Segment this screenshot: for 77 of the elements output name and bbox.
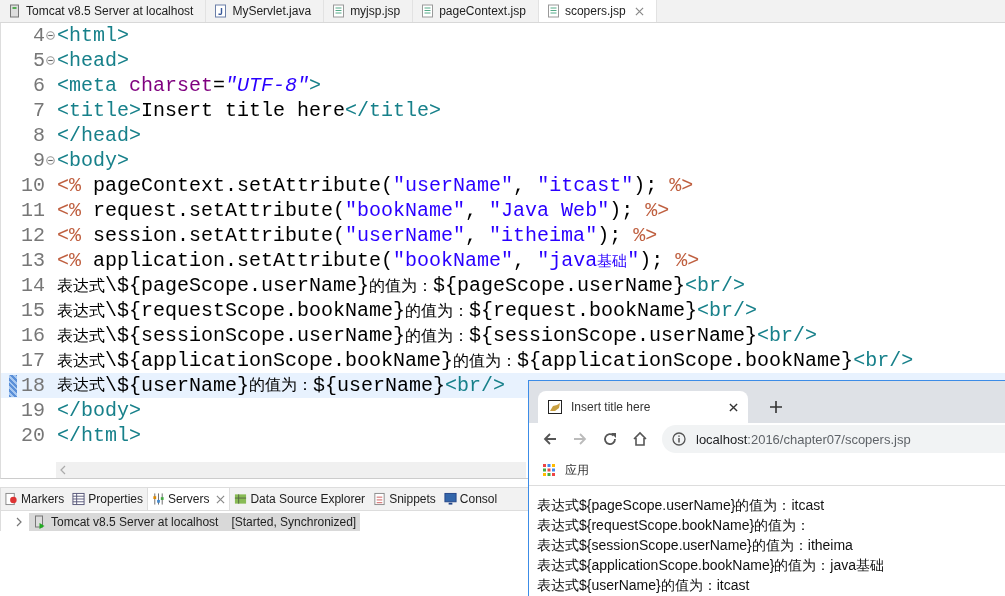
line-number: 16 [21,324,45,347]
line-number: 7 [33,99,45,122]
line-number: 5 [33,49,45,72]
file-icon [421,4,435,18]
editor-tab[interactable]: pageContext.jsp [413,0,539,22]
code-line: <% session.setAttribute("userName", "itheima"); %> [56,224,658,247]
panel-tab[interactable]: Properties [68,488,148,510]
line-number: 10 [21,174,45,197]
line-number: 17 [21,349,45,372]
horizontal-scrollbar[interactable] [56,462,526,478]
code-line: 表达式\${pageScope.userName}的值为：${pageScope.userName}<br/> [56,274,746,297]
code-line: </html> [56,424,141,447]
server-icon [8,4,21,18]
code-line: <head> [56,49,129,72]
code-line: <html> [56,24,129,47]
apps-grid-icon[interactable] [543,464,555,476]
close-icon[interactable] [729,402,738,412]
page-text-line: 表达式${pageScope.userName}的值为：itcast [537,496,826,515]
code-line: <body> [56,149,129,172]
line-number: 18 [21,374,45,397]
snippets-icon [373,492,387,506]
file-icon [546,4,560,18]
java-file-icon [214,4,228,18]
editor-tab[interactable]: myjsp.jsp [324,0,414,22]
bookmark-link[interactable]: 应用 [565,461,589,479]
map-icon [234,492,248,506]
server-icon [33,515,46,529]
table-icon [72,492,86,506]
line-number: 9 [33,149,45,172]
home-icon[interactable] [632,431,648,447]
line-number: 4 [33,24,45,47]
info-icon[interactable] [672,432,686,446]
page-text-line: 表达式${applicationScope.bookName}的值为：java基础 [537,556,886,575]
reload-icon[interactable] [602,431,618,447]
code-line: <% application.setAttribute("bookName", "java基础"); %> [56,249,700,272]
code-line: <% request.setAttribute("bookName", "Java Web"); %> [56,199,670,222]
line-number: 8 [33,124,45,147]
page-text-line: 表达式${requestScope.bookName}的值为： [537,516,812,535]
servers-icon [152,492,166,506]
expand-caret-icon[interactable] [15,517,23,527]
code-line: <title>Insert title here</title> [56,99,442,122]
line-number: 11 [21,199,45,222]
line-number: 14 [21,274,45,297]
panel-tab[interactable]: Markers [1,488,69,510]
code-line: 表达式\${requestScope.bookName}的值为：${request.bookName}<br/> [56,299,758,322]
editor-tab[interactable]: MyServlet.java [206,0,325,22]
fold-icon[interactable] [46,56,55,65]
panel-tab[interactable]: Consol [439,488,498,510]
editor-tab[interactable]: scopers.jsp [538,0,657,22]
server-item[interactable]: Tomcat v8.5 Server at localhost [Started, Synchronized] [29,513,361,531]
line-number: 19 [21,399,45,422]
editor-tab[interactable]: Tomcat v8.5 Server at localhost [0,0,207,22]
file-icon [332,4,346,18]
monitor-icon [443,492,457,506]
browser-tab[interactable]: Insert title here [538,391,748,423]
back-icon[interactable] [542,431,558,447]
page-text-line: 表达式${userName}的值为：itcast [537,576,751,595]
line-number: 15 [21,299,45,322]
line-number: 20 [21,424,45,447]
code-line: </body> [56,399,141,422]
code-line: <meta charset="UTF-8"> [56,74,322,97]
line-number: 13 [21,249,45,272]
code-line: 表达式\${applicationScope.bookName}的值为：${applicationScope.bookName}<br/> [56,349,914,372]
panel-tab[interactable]: Data Source Explorer [230,488,370,510]
code-line: <% pageContext.setAttribute("userName", "itcast"); %> [56,174,694,197]
panel-tab[interactable]: Snippets [369,488,440,510]
page-text-line: 表达式${sessionScope.userName}的值为：itheima [537,536,854,555]
line-number: 12 [21,224,45,247]
new-tab-icon[interactable] [770,401,782,413]
panel-tab[interactable]: Servers [147,488,231,510]
fold-icon[interactable] [46,31,55,40]
fold-icon[interactable] [46,156,55,165]
code-line: </head> [56,124,141,147]
code-line: 表达式\${sessionScope.userName}的值为：${sessionScope.userName}<br/> [56,324,818,347]
line-number: 6 [33,74,45,97]
markers-icon [5,492,18,506]
address-bar[interactable]: localhost:2016/chapter07/scopers.jsp [662,425,1005,453]
